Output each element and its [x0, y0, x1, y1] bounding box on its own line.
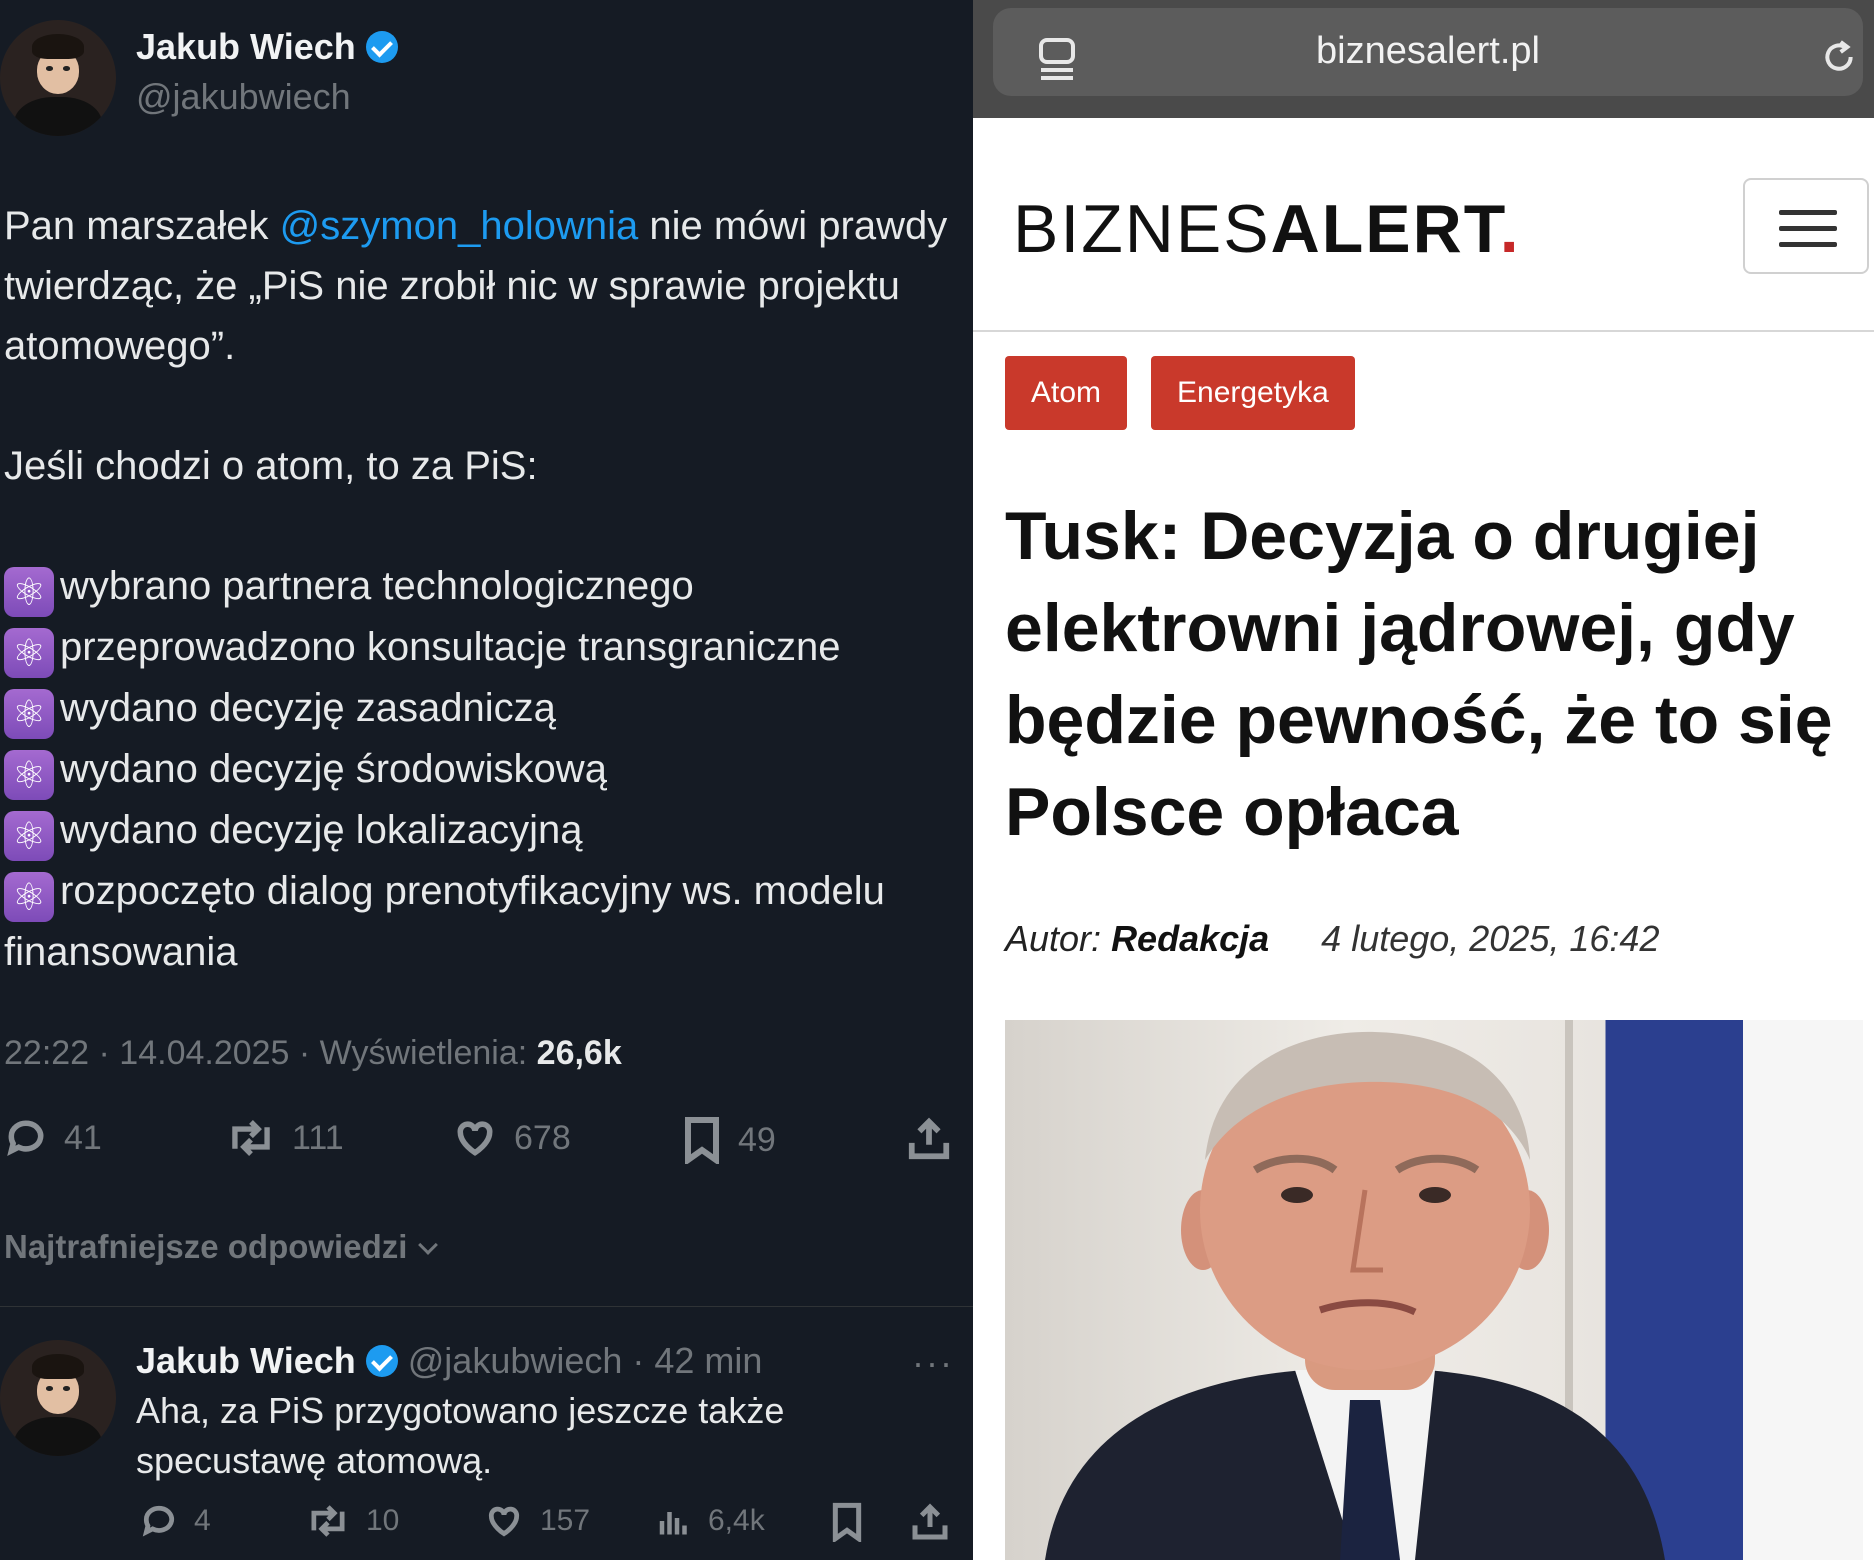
reply-author-avatar[interactable]: [0, 1340, 116, 1456]
article-headline: Tusk: Decyzja o drugiej elektrowni jądro…: [1005, 498, 1833, 850]
bullet-text: wydano decyzję zasadniczą: [60, 686, 556, 730]
tweet-text-start: Pan marszałek: [4, 204, 280, 248]
author-label: Autor:: [1005, 918, 1112, 959]
bullet-text: wybrano partnera technologicznego: [60, 564, 694, 608]
reply-like-button[interactable]: 157: [484, 1502, 590, 1540]
like-button[interactable]: 678: [452, 1116, 571, 1160]
author-handle[interactable]: @jakubwiech: [136, 76, 351, 118]
bullet-item: ⚛ wybrano partnera technologicznego: [4, 556, 954, 617]
author-name[interactable]: Jakub Wiech: [136, 26, 356, 67]
atom-emoji-icon: ⚛: [4, 689, 54, 739]
chevron-down-icon: [418, 1235, 439, 1255]
bullet-item: ⚛ wydano decyzję zasadniczą: [4, 678, 954, 739]
reload-icon[interactable]: [1819, 36, 1859, 78]
tweet-text: Pan marszałek @szymon_holownia nie mówi …: [4, 196, 954, 982]
tag-energetyka[interactable]: Energetyka: [1151, 356, 1355, 430]
bullet-item: ⚛ rozpoczęto dialog prenotyfikacyjny ws. …: [4, 861, 954, 982]
bullet-text: wydano decyzję środowiskową: [60, 747, 607, 791]
reply-icon: [7, 1120, 44, 1156]
reply-count: 41: [64, 1118, 102, 1157]
reply-button[interactable]: 41: [4, 1116, 102, 1160]
atom-emoji-icon: ⚛: [4, 628, 54, 678]
address-bar[interactable]: biznesalert.pl: [993, 8, 1863, 96]
bookmark-button[interactable]: 49: [682, 1116, 776, 1164]
reply-author-name[interactable]: Jakub Wiech: [136, 1340, 356, 1381]
article-photo[interactable]: [1005, 1020, 1863, 1560]
like-count: 678: [514, 1118, 571, 1157]
bullet-text: przeprowadzono konsultacje transgraniczn…: [60, 625, 841, 669]
atom-emoji-icon: ⚛: [4, 811, 54, 861]
reply-retweet-count: 10: [366, 1504, 400, 1537]
site-logo[interactable]: BIZNESALERT.: [1013, 190, 1521, 268]
tweet-timestamp[interactable]: 22:22 · 14.04.2025 · Wyświetlenia:: [4, 1034, 537, 1072]
article-author[interactable]: Redakcja: [1111, 918, 1269, 959]
bullet-item: ⚛ wydano decyzję środowiskową: [4, 739, 954, 800]
tweet-intro: Jeśli chodzi o atom, to za PiS:: [4, 444, 538, 488]
retweet-icon: [232, 1120, 270, 1156]
url-text[interactable]: biznesalert.pl: [993, 30, 1863, 73]
reply-text: Aha, za PiS przygotowano jeszcze także s…: [136, 1390, 785, 1481]
article-date: 4 lutego, 2025, 16:42: [1321, 918, 1660, 959]
atom-emoji-icon: ⚛: [4, 750, 54, 800]
site-header: BIZNESALERT.: [973, 118, 1874, 332]
share-icon: [912, 1503, 948, 1540]
reply-like-count: 157: [540, 1504, 591, 1537]
bookmark-icon: [685, 1117, 719, 1164]
verified-badge-icon: [365, 31, 398, 63]
retweet-count: 111: [292, 1118, 344, 1157]
tag-atom[interactable]: Atom: [1005, 356, 1128, 430]
view-count: 26,6k: [536, 1034, 622, 1072]
reply-retweet-button[interactable]: 10: [306, 1502, 399, 1540]
bookmark-count: 49: [738, 1120, 776, 1159]
retweet-icon: [311, 1505, 345, 1537]
logo-dot: .: [1499, 191, 1521, 267]
bullet-item: ⚛ wydano decyzję lokalizacyjną: [4, 800, 954, 861]
atom-emoji-icon: ⚛: [4, 567, 54, 617]
author-avatar[interactable]: [0, 20, 116, 136]
author-name-row[interactable]: Jakub Wiech: [136, 26, 398, 68]
menu-icon: [1779, 210, 1837, 215]
logo-text-thin: BIZNES: [1013, 191, 1271, 267]
retweet-button[interactable]: 111: [226, 1116, 344, 1160]
bullet-text: wydano decyzję lokalizacyjną: [60, 808, 583, 852]
share-icon: [908, 1117, 950, 1160]
bullet-text: rozpoczęto dialog prenotyfikacyjny ws. m…: [4, 869, 885, 974]
more-options-icon[interactable]: ···: [912, 1342, 954, 1384]
bullet-item: ⚛ przeprowadzono konsultacje transgranicz…: [4, 617, 954, 678]
reply-reply-button[interactable]: 4: [140, 1502, 211, 1540]
heart-icon: [457, 1121, 493, 1156]
share-button[interactable]: [906, 1116, 952, 1162]
reply-share-button[interactable]: [910, 1502, 950, 1542]
logo-text-bold: ALERT: [1270, 191, 1500, 267]
heart-icon: [488, 1506, 520, 1537]
reply-icon: [142, 1505, 175, 1537]
reply-reply-count: 4: [194, 1504, 211, 1537]
portrait-illustration: [1045, 1020, 1665, 1560]
article-byline: Autor: Redakcja 4 lutego, 2025, 16:42: [1005, 918, 1659, 960]
tweet-meta: 22:22 · 14.04.2025 · Wyświetlenia: 26,6k: [4, 1034, 622, 1073]
analytics-icon: [659, 1512, 687, 1535]
reply-view-count: 6,4k: [708, 1504, 765, 1537]
tweet-panel: Jakub Wiech @jakubwiech Pan marszałek @s…: [0, 0, 973, 1560]
browser-toolbar: biznesalert.pl: [973, 0, 1874, 118]
atom-emoji-icon: ⚛: [4, 872, 54, 922]
verified-badge-icon: [365, 1345, 398, 1377]
bookmark-icon: [832, 1502, 862, 1542]
reply-meta[interactable]: @jakubwiech · 42 min: [408, 1340, 763, 1381]
reply-views-button[interactable]: 6,4k: [656, 1502, 765, 1540]
hamburger-menu-button[interactable]: [1743, 178, 1869, 274]
reply-bookmark-button[interactable]: [830, 1502, 864, 1542]
divider: [0, 1306, 973, 1307]
mention-link[interactable]: @szymon_holownia: [280, 204, 639, 248]
replies-sort-label: Najtrafniejsze odpowiedzi: [4, 1228, 408, 1265]
replies-sort-dropdown[interactable]: Najtrafniejsze odpowiedzi: [4, 1228, 439, 1266]
browser-panel: biznesalert.pl BIZNESALERT. Atom Energet…: [973, 0, 1874, 1560]
reply-header: Jakub Wiech @jakubwiech · 42 min: [136, 1340, 762, 1382]
